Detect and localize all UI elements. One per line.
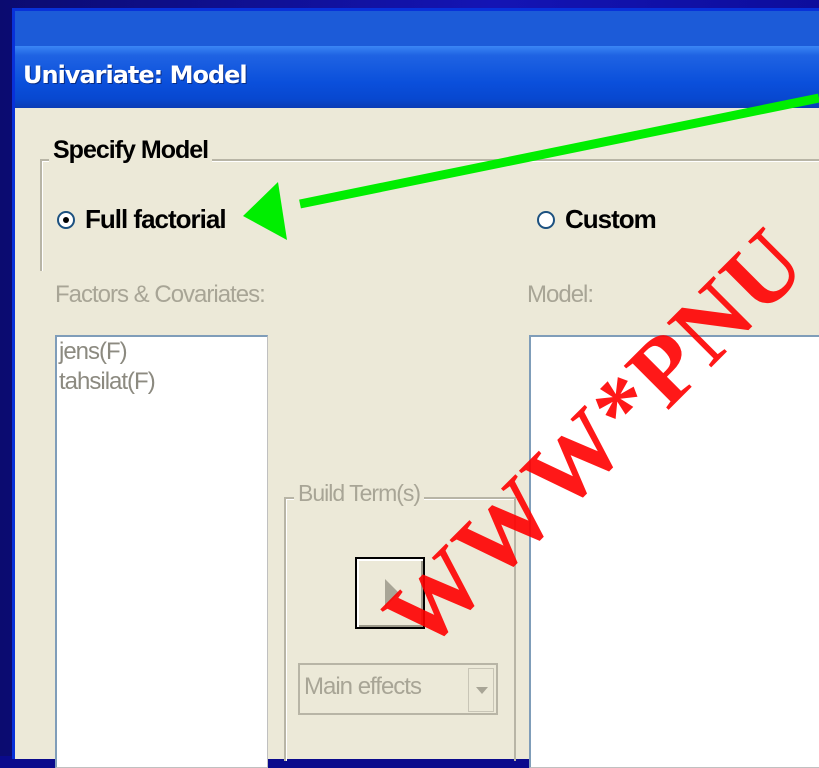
custom-option[interactable]: Custom	[537, 204, 657, 235]
build-term-type-dropdown[interactable]: Main effects	[298, 663, 498, 715]
window-title: Univariate: Model	[23, 61, 248, 89]
build-terms-legend: Build Term(s)	[294, 480, 425, 507]
factor-item-jens[interactable]: jens(F)	[57, 337, 267, 367]
build-term-type-value: Main effects	[304, 673, 422, 700]
factor-item-tahsilat[interactable]: tahsilat(F)	[57, 367, 267, 397]
custom-radio[interactable]	[537, 210, 555, 229]
chevron-down-icon	[476, 687, 488, 694]
full-factorial-option[interactable]: Full factorial	[57, 204, 227, 235]
full-factorial-radio[interactable]	[57, 210, 75, 229]
background-window-strip	[15, 11, 819, 46]
model-label: Model:	[527, 281, 594, 308]
custom-label: Custom	[565, 204, 657, 234]
dropdown-button[interactable]	[468, 668, 494, 712]
full-factorial-label: Full factorial	[85, 204, 227, 234]
factors-covariates-list[interactable]: jens(F) tahsilat(F)	[55, 335, 268, 768]
specify-model-legend: Specify Model	[49, 136, 213, 165]
title-bar[interactable]: Univariate: Model	[15, 46, 819, 108]
factors-covariates-label: Factors & Covariates:	[55, 281, 266, 308]
